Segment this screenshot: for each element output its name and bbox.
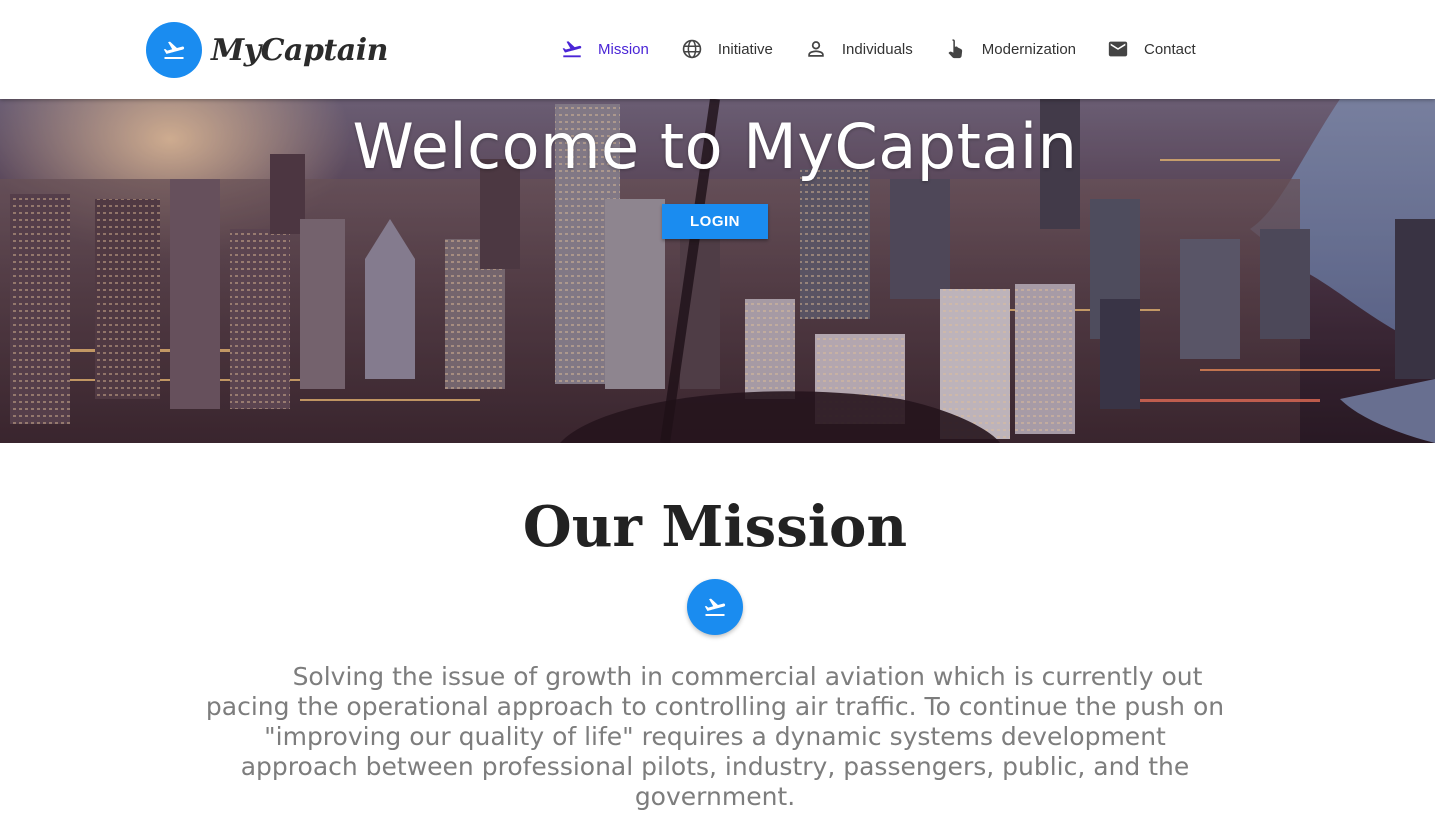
flight-takeoff-icon [687,579,743,635]
nav-label-contact: Contact [1144,40,1196,58]
person-icon [804,37,828,61]
mail-icon [1106,37,1130,61]
touch-hand-icon [944,37,968,61]
nav-label-initiative: Initiative [717,40,773,58]
nav-item-individuals[interactable]: Individuals [804,30,913,68]
brand-name: MyCaptain [211,32,388,68]
globe-icon [680,37,704,61]
nav-label-mission: Mission [598,40,649,58]
main-nav: Mission Initiative Individuals Moderniza… [560,30,1196,68]
mission-title: Our Mission [522,494,908,560]
flight-takeoff-icon [560,37,584,61]
hero-banner: Welcome to MyCaptain LOGIN [0,99,1435,443]
nav-item-initiative[interactable]: Initiative [680,30,773,68]
brand-logo-link[interactable]: MyCaptain [146,22,388,78]
nav-label-modernization: Modernization [981,40,1076,58]
nav-item-mission[interactable]: Mission [560,30,649,68]
top-navbar: MyCaptain Mission Initiative Individuals… [0,0,1435,99]
mission-description: Solving the issue of growth in commercia… [205,662,1225,811]
airplane-takeoff-icon [146,22,202,78]
nav-item-modernization[interactable]: Modernization [944,30,1076,68]
nav-item-contact[interactable]: Contact [1106,30,1196,68]
login-button[interactable]: LOGIN [662,204,768,239]
hero-title: Welcome to MyCaptain [352,110,1078,183]
nav-label-individuals: Individuals [841,40,913,58]
